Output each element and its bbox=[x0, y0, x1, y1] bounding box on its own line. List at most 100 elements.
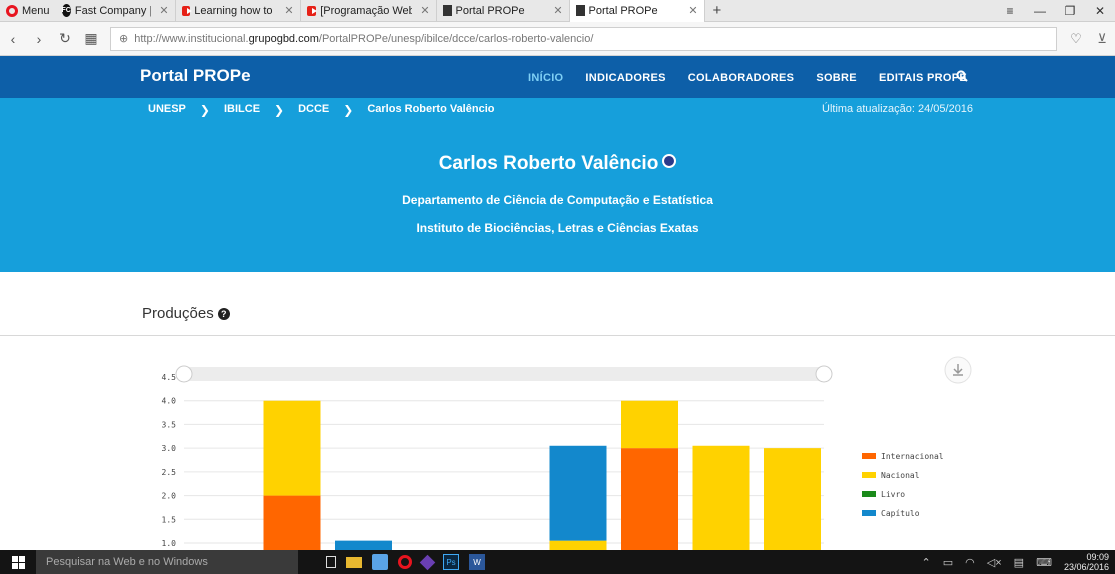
download-icon[interactable]: ⊻ bbox=[1089, 31, 1115, 47]
legend-label[interactable]: Internacional bbox=[881, 452, 944, 461]
productions-chart-svg: 1.0 1.5 2.0 2.5 3.0 3.5 4.0 4.5 Internacional Nac… bbox=[162, 356, 972, 550]
profile-department: Departamento de Ciência de Computação e … bbox=[402, 193, 713, 207]
browser-tab[interactable]: Portal PROPe ✕ bbox=[437, 0, 570, 22]
legend-label[interactable]: Nacional bbox=[881, 471, 920, 480]
youtube-icon bbox=[306, 5, 317, 16]
profile-institute: Instituto de Biociências, Letras e Ciênc… bbox=[416, 221, 699, 235]
legend-label[interactable]: Livro bbox=[881, 490, 905, 499]
back-icon[interactable]: ‹ bbox=[0, 31, 26, 47]
bar-segment bbox=[263, 400, 321, 496]
forward-icon[interactable]: › bbox=[26, 31, 52, 47]
browser-tab-bar: Menu FC Fast Company | Business + ✕ Lear… bbox=[0, 0, 1115, 22]
y-tick-label: 2.5 bbox=[162, 468, 177, 477]
bar-segment bbox=[764, 448, 821, 550]
close-tab-icon[interactable]: ✕ bbox=[553, 4, 562, 17]
y-tick-label: 1.0 bbox=[162, 539, 177, 548]
close-window-icon[interactable]: ✕ bbox=[1085, 4, 1115, 18]
y-tick-label: 2.0 bbox=[162, 492, 177, 501]
nav-link-colaboradores[interactable]: COLABORADORES bbox=[688, 72, 795, 84]
chevron-up-icon[interactable]: ⌃ bbox=[922, 556, 931, 569]
file-explorer-icon[interactable] bbox=[346, 556, 362, 568]
range-selector-track bbox=[184, 367, 824, 381]
clock-time: 09:09 bbox=[1086, 552, 1109, 562]
chevron-right-icon: ❯ bbox=[274, 103, 285, 117]
url-field[interactable]: ⊕ http://www.institucional.grupogbd.com/… bbox=[110, 26, 1057, 51]
browser-tab-active[interactable]: Portal PROPe ✕ bbox=[569, 0, 705, 22]
breadcrumb-item-dcce[interactable]: DCCE bbox=[298, 103, 329, 117]
browser-tab[interactable]: Learning how to learn | Bar ✕ bbox=[176, 0, 301, 22]
taskbar-clock[interactable]: 09:09 23/06/2016 bbox=[1064, 552, 1109, 572]
youtube-icon bbox=[181, 5, 192, 16]
start-button[interactable] bbox=[0, 555, 36, 569]
opera-logo-icon bbox=[6, 4, 18, 17]
bar-segment bbox=[335, 540, 392, 550]
browser-tab[interactable]: [Programação Web com Ja ✕ bbox=[301, 0, 437, 22]
productions-chart: 1.0 1.5 2.0 2.5 3.0 3.5 4.0 4.5 Internacional Nac… bbox=[140, 355, 980, 555]
range-handle-left[interactable] bbox=[175, 365, 193, 383]
address-bar-row: ‹ › ↻ ▦ ⊕ http://www.institucional.grupo… bbox=[0, 22, 1115, 56]
nav-link-editais-prope[interactable]: EDITAIS PROPE bbox=[879, 72, 967, 84]
opera-icon[interactable] bbox=[398, 555, 412, 569]
profile-header: UNESP ❯ IBILCE ❯ DCCE ❯ Carlos Roberto V… bbox=[0, 98, 1115, 272]
browser-tab[interactable]: FC Fast Company | Business + ✕ bbox=[56, 0, 176, 22]
chevron-right-icon: ❯ bbox=[343, 103, 354, 117]
breadcrumb-item-unesp[interactable]: UNESP bbox=[148, 103, 186, 117]
browser-tab-title: [Programação Web com Ja bbox=[320, 4, 412, 17]
legend-label[interactable]: Capítulo bbox=[881, 509, 920, 518]
taskbar-search[interactable]: Pesquisar na Web e no Windows bbox=[36, 550, 298, 574]
windows-logo-icon bbox=[11, 555, 25, 569]
breadcrumb: UNESP ❯ IBILCE ❯ DCCE ❯ Carlos Roberto V… bbox=[148, 103, 494, 117]
section-title-text: Produções bbox=[142, 305, 214, 322]
bar-segment bbox=[549, 540, 607, 550]
browser-tab-title: Portal PROPe bbox=[588, 4, 658, 17]
notifications-icon[interactable]: ▤ bbox=[1014, 556, 1024, 569]
lattes-icon[interactable] bbox=[662, 154, 677, 168]
wifi-icon[interactable]: ◠ bbox=[965, 556, 975, 569]
browser-menu-button[interactable]: Menu bbox=[0, 0, 56, 22]
bar-segment bbox=[621, 448, 678, 550]
close-tab-icon[interactable]: ✕ bbox=[420, 4, 429, 17]
help-icon[interactable]: ? bbox=[217, 307, 230, 320]
volume-icon[interactable]: ◁× bbox=[987, 556, 1002, 569]
close-tab-icon[interactable]: ✕ bbox=[688, 4, 697, 17]
browser-tab-title: Portal PROPe bbox=[455, 4, 525, 17]
globe-icon: ⊕ bbox=[119, 33, 129, 45]
store-icon[interactable] bbox=[372, 554, 388, 570]
window-controls: ≡ — ❐ ✕ bbox=[995, 0, 1115, 22]
taskbar-apps: Ps W bbox=[326, 554, 485, 570]
reload-icon[interactable]: ↻ bbox=[52, 30, 78, 47]
close-tab-icon[interactable]: ✕ bbox=[159, 4, 168, 17]
tab-menu-icon[interactable]: ≡ bbox=[995, 4, 1025, 18]
y-tick-label: 1.5 bbox=[162, 515, 177, 524]
chevron-right-icon: ❯ bbox=[199, 103, 210, 117]
word-icon[interactable]: W bbox=[469, 554, 485, 570]
task-view-icon[interactable] bbox=[326, 556, 336, 568]
nav-link-indicadores[interactable]: INDICADORES bbox=[585, 72, 665, 84]
search-icon[interactable] bbox=[956, 70, 968, 85]
nav-link-sobre[interactable]: SOBRE bbox=[816, 72, 857, 84]
site-brand[interactable]: Portal PROPe bbox=[140, 66, 251, 86]
nav-link-inicio[interactable]: INÍCIO bbox=[528, 72, 563, 84]
bar-segment bbox=[621, 400, 678, 449]
system-tray: ⌃ ▭ ◠ ◁× ▤ ⌨ 09:09 23/06/2016 bbox=[922, 552, 1115, 572]
legend-swatch bbox=[862, 491, 876, 497]
visual-studio-icon[interactable] bbox=[419, 554, 436, 570]
bar-segment bbox=[549, 445, 607, 541]
close-tab-icon[interactable]: ✕ bbox=[284, 4, 293, 17]
site-nav-links: INÍCIO INDICADORES COLABORADORES SOBRE E… bbox=[528, 72, 967, 84]
profile-name-line: Carlos Roberto Valêncio bbox=[0, 153, 1115, 175]
heart-icon[interactable]: ♡ bbox=[1063, 31, 1089, 47]
breadcrumb-item-ibilce[interactable]: IBILCE bbox=[224, 103, 260, 117]
y-tick-label: 4.0 bbox=[162, 397, 177, 406]
speed-dial-icon[interactable]: ▦ bbox=[78, 30, 104, 47]
network-icon[interactable]: ▭ bbox=[943, 556, 953, 569]
legend-swatch bbox=[862, 510, 876, 516]
range-handle-right[interactable] bbox=[815, 365, 833, 383]
new-tab-icon[interactable]: + bbox=[705, 2, 730, 19]
restore-icon[interactable]: ❐ bbox=[1055, 4, 1085, 18]
minimize-icon[interactable]: — bbox=[1025, 4, 1055, 18]
bar-segment bbox=[263, 495, 321, 550]
y-tick-label: 3.5 bbox=[162, 420, 177, 429]
photoshop-icon[interactable]: Ps bbox=[443, 554, 459, 570]
keyboard-icon[interactable]: ⌨ bbox=[1036, 556, 1052, 569]
